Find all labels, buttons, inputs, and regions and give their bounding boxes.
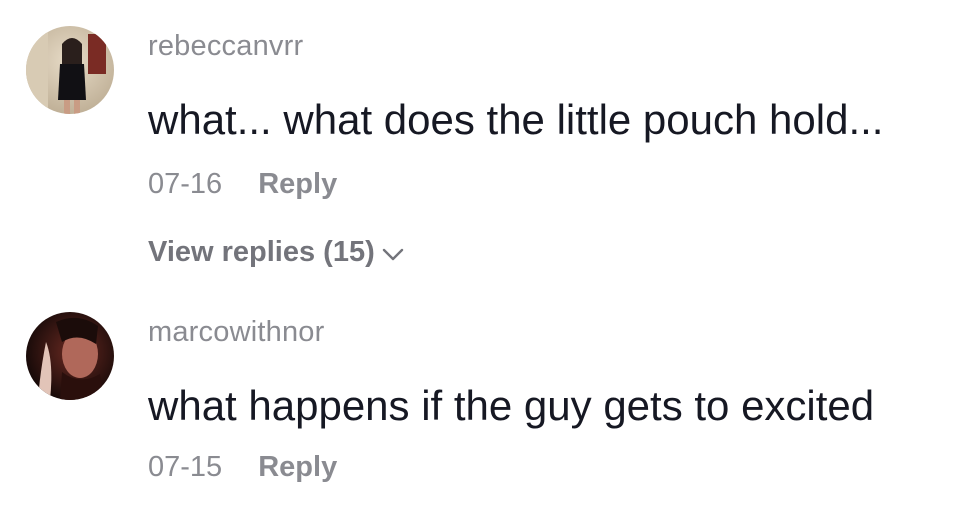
comment-date: 07-15 — [148, 451, 223, 483]
user-avatar-photo-icon — [26, 26, 114, 114]
comment-meta: 07-16 Reply — [148, 168, 337, 201]
view-replies-button[interactable]: View replies (15) — [148, 236, 405, 270]
comment-username[interactable]: marcowithnor — [148, 316, 324, 349]
avatar[interactable] — [26, 312, 114, 400]
reply-button[interactable]: Reply — [258, 168, 337, 201]
view-replies-label: View replies (15) — [148, 236, 375, 268]
avatar[interactable] — [26, 26, 114, 114]
comment-text: what happens if the guy gets to excited — [148, 382, 875, 429]
chevron-down-icon — [381, 237, 405, 270]
reply-button[interactable]: Reply — [258, 451, 337, 484]
comment-text: what... what does the little pouch hold.… — [148, 96, 884, 143]
comment-meta: 07-15 Reply — [148, 451, 337, 484]
comment-date: 07-16 — [148, 168, 223, 200]
user-avatar-photo-icon — [26, 312, 114, 400]
comment-username[interactable]: rebeccanvrr — [148, 30, 303, 63]
